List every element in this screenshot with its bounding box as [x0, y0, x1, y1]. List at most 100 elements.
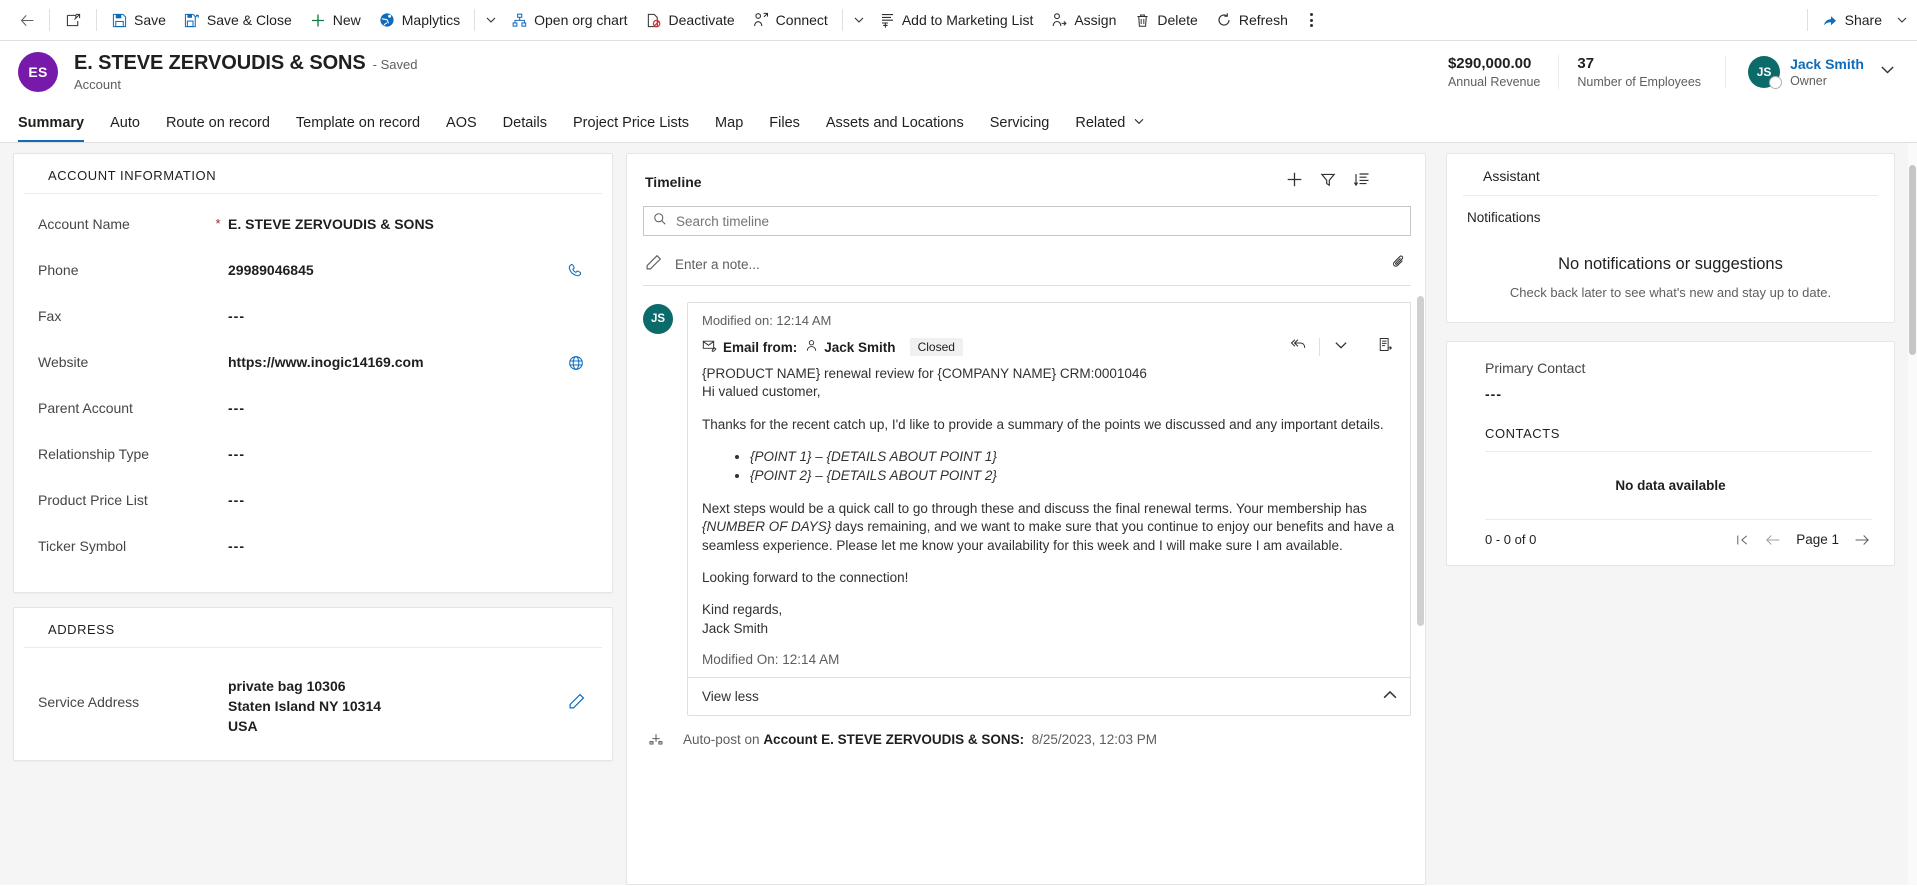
- save-and-close-label: Save & Close: [206, 12, 292, 28]
- website-label: Website: [38, 354, 89, 370]
- chevron-down-icon: [1130, 115, 1145, 131]
- scrollbar-thumb[interactable]: [1909, 165, 1916, 355]
- phone-value[interactable]: 29989046845: [228, 261, 564, 281]
- timeline-entry-email: JS Modified on: 12:14 AM Email from: Jac…: [627, 286, 1425, 716]
- relationship-type-value[interactable]: ---: [228, 445, 564, 465]
- share-button[interactable]: Share: [1813, 4, 1891, 36]
- autopost-record: Account E. STEVE ZERVOUDIS & SONS:: [763, 732, 1025, 748]
- owner-field[interactable]: JS Jack Smith Owner: [1725, 56, 1864, 89]
- previous-page-icon[interactable]: [1765, 533, 1783, 547]
- entity-name: Account: [74, 77, 121, 92]
- view-less-button[interactable]: View less: [688, 676, 1410, 715]
- timeline-filter-button[interactable]: [1313, 168, 1343, 196]
- add-to-marketing-list-button[interactable]: Add to Marketing List: [870, 4, 1043, 36]
- field-spacer: [564, 307, 588, 309]
- contacts-pager-controls: Page 1: [1736, 532, 1870, 547]
- fax-value[interactable]: ---: [228, 307, 564, 327]
- connect-chevron-down-icon[interactable]: [848, 5, 870, 35]
- new-button[interactable]: New: [301, 4, 370, 36]
- timeline-create-button[interactable]: [1279, 168, 1309, 196]
- status-badge: Closed: [909, 338, 963, 356]
- open-org-chart-button[interactable]: Open org chart: [502, 4, 636, 36]
- connect-button[interactable]: Connect: [744, 4, 837, 36]
- field-fax: Fax ---: [38, 300, 588, 346]
- account-name-value[interactable]: E. STEVE ZERVOUDIS & SONS: [228, 215, 564, 235]
- tab-aos[interactable]: AOS: [433, 103, 490, 142]
- tab-auto[interactable]: Auto: [97, 103, 153, 142]
- tab-files[interactable]: Files: [756, 103, 813, 142]
- stat-number-of-employees[interactable]: 37 Number of Employees: [1558, 55, 1719, 89]
- timeline-search[interactable]: [643, 206, 1411, 236]
- product-price-list-value[interactable]: ---: [228, 491, 564, 511]
- timeline-scrollbar[interactable]: [1417, 286, 1425, 884]
- tab-details[interactable]: Details: [490, 103, 560, 142]
- page-scrollbar[interactable]: [1908, 143, 1917, 885]
- assistant-empty-title: No notifications or suggestions: [1558, 255, 1783, 273]
- timeline-note-input-row[interactable]: Enter a note...: [643, 244, 1411, 286]
- globe-icon[interactable]: [564, 353, 588, 371]
- maplytics-button[interactable]: Maplytics: [370, 4, 469, 36]
- tab-project-price-lists-label: Project Price Lists: [573, 114, 690, 131]
- timeline-list: JS Modified on: 12:14 AM Email from: Jac…: [627, 286, 1425, 884]
- share-chevron-down-icon[interactable]: [1891, 5, 1913, 35]
- owner-name[interactable]: Jack Smith: [1790, 56, 1864, 72]
- tab-template-on-record[interactable]: Template on record: [283, 103, 433, 142]
- required-indicator: *: [215, 216, 221, 231]
- delete-button[interactable]: Delete: [1125, 4, 1206, 36]
- assign-button[interactable]: Assign: [1042, 4, 1125, 36]
- timeline-entry-autopost[interactable]: Auto-post on Account E. STEVE ZERVOUDIS …: [627, 716, 1425, 748]
- tab-servicing[interactable]: Servicing: [977, 103, 1063, 142]
- post-signature: Jack Smith: [702, 620, 769, 636]
- save-button[interactable]: Save: [102, 4, 175, 36]
- service-address-value[interactable]: private bag 10306 Staten Island NY 10314…: [228, 677, 564, 737]
- contacts-card: Primary Contact --- CONTACTS No data ava…: [1446, 341, 1895, 566]
- required-spacer: [208, 261, 228, 262]
- website-value[interactable]: https://www.inogic14169.com: [228, 353, 564, 373]
- tab-project-price-lists[interactable]: Project Price Lists: [560, 103, 702, 142]
- email-icon: [702, 338, 717, 356]
- post-paragraph-1: Thanks for the recent catch up, I'd like…: [702, 416, 1384, 432]
- tab-map[interactable]: Map: [702, 103, 756, 142]
- post-avatar-initials: JS: [650, 313, 666, 325]
- tab-route-on-record[interactable]: Route on record: [153, 103, 283, 142]
- first-page-icon[interactable]: [1736, 533, 1752, 547]
- parent-account-value[interactable]: ---: [228, 399, 564, 419]
- note-placeholder[interactable]: Enter a note...: [675, 257, 1378, 272]
- chevron-up-icon: [1382, 687, 1398, 706]
- command-overflow-button[interactable]: [1297, 5, 1327, 35]
- ticker-symbol-value[interactable]: ---: [228, 537, 564, 557]
- popout-button[interactable]: [55, 4, 91, 36]
- timeline-sort-button[interactable]: [1347, 168, 1377, 196]
- tab-related[interactable]: Related: [1062, 103, 1158, 142]
- next-page-icon[interactable]: [1852, 533, 1870, 547]
- tab-summary[interactable]: Summary: [18, 103, 97, 142]
- search-input[interactable]: [676, 213, 1401, 229]
- save-and-close-button[interactable]: Save & Close: [175, 4, 301, 36]
- chevron-down-icon: [1334, 338, 1348, 357]
- timeline-more-button[interactable]: [1381, 168, 1411, 196]
- paperclip-icon[interactable]: [1391, 254, 1407, 275]
- primary-contact-value[interactable]: ---: [1447, 376, 1894, 402]
- header-chevron-down-icon[interactable]: [1880, 62, 1895, 82]
- back-button[interactable]: [10, 4, 44, 36]
- stat-annual-revenue[interactable]: $290,000.00 Annual Revenue: [1430, 55, 1558, 89]
- save-status: - Saved: [372, 57, 418, 72]
- contacts-record-count: 0 - 0 of 0: [1485, 532, 1537, 547]
- share-icon: [1822, 12, 1838, 28]
- post-paragraph-3: Looking forward to the connection!: [702, 569, 909, 585]
- post-from-person[interactable]: Jack Smith: [824, 340, 895, 355]
- pencil-icon[interactable]: [564, 677, 588, 710]
- timeline-header: Timeline: [627, 154, 1425, 206]
- deactivate-button[interactable]: Deactivate: [637, 4, 744, 36]
- post-bullet-list: {POINT 1} – {DETAILS ABOUT POINT 1} {POI…: [750, 448, 1398, 486]
- reply-button[interactable]: [1285, 335, 1311, 359]
- post-expand-button[interactable]: [1328, 335, 1354, 359]
- maplytics-chevron-down-icon[interactable]: [480, 5, 502, 35]
- product-price-list-label: Product Price List: [38, 492, 148, 508]
- tab-assets-and-locations[interactable]: Assets and Locations: [813, 103, 977, 142]
- phone-icon[interactable]: [564, 261, 588, 279]
- assistant-card: Assistant Notifications No notifications…: [1446, 153, 1895, 323]
- autopost-timestamp: 8/25/2023, 12:03 PM: [1031, 732, 1157, 748]
- refresh-button[interactable]: Refresh: [1207, 4, 1297, 36]
- open-record-button[interactable]: [1372, 335, 1398, 359]
